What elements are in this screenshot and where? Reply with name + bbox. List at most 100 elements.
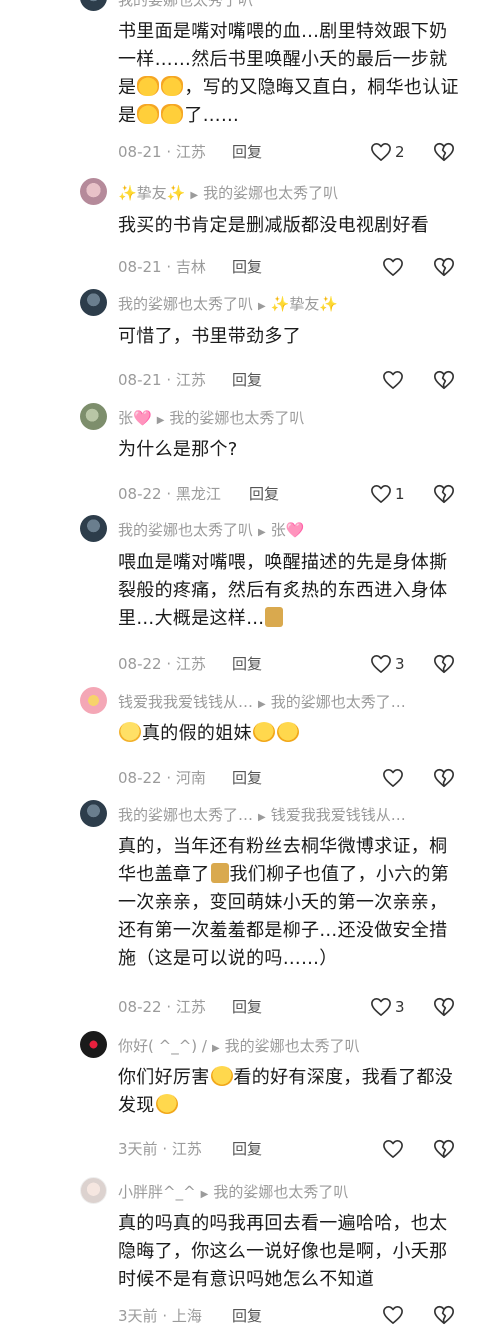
- reply-button[interactable]: 回复: [249, 484, 279, 504]
- author-name[interactable]: 我的娑娜也太秀了…: [118, 806, 253, 824]
- comment-item: 我的娑娜也太秀了叭 书里面是嘴对嘴喂的血…剧里特效跟下奶一样……然后书里唤醒小夭…: [0, 0, 480, 166]
- broken-heart-icon[interactable]: [433, 141, 455, 163]
- broken-heart-icon[interactable]: [433, 653, 455, 675]
- comment-author[interactable]: 我的娑娜也太秀了叭 ▶ ✨挚友✨: [118, 294, 338, 317]
- broken-heart-icon[interactable]: [433, 256, 455, 278]
- comment-author[interactable]: ✨挚友✨ ▶ 我的娑娜也太秀了叭: [118, 183, 338, 206]
- comment-item: 张🩷 ▶ 我的娑娜也太秀了叭 为什么是那个? 08-22 · 黑龙江 回复 1: [0, 393, 480, 505]
- reply-button[interactable]: 回复: [232, 654, 262, 674]
- comment-meta: 08-22 · 江苏: [118, 655, 206, 673]
- comment-meta: 08-22 · 江苏: [118, 998, 206, 1016]
- reply-to-name[interactable]: 我的娑娜也太秀了…: [271, 693, 406, 711]
- like-button[interactable]: 3: [370, 653, 405, 675]
- reply-to-name[interactable]: 我的娑娜也太秀了叭: [213, 1183, 348, 1201]
- author-name[interactable]: 小胖胖^_^: [118, 1183, 196, 1201]
- like-button[interactable]: 1: [370, 483, 405, 505]
- author-name[interactable]: 张🩷: [118, 409, 152, 427]
- triangle-right-icon: ▶: [258, 301, 266, 312]
- comment-author[interactable]: 张🩷 ▶ 我的娑娜也太秀了叭: [118, 408, 304, 431]
- heart-outline-icon: [383, 258, 403, 276]
- broken-heart-icon[interactable]: [433, 1138, 455, 1160]
- author-name[interactable]: 我的娑娜也太秀了叭: [118, 0, 253, 9]
- like-button[interactable]: [382, 767, 404, 789]
- like-button[interactable]: 3: [370, 996, 405, 1018]
- reply-button[interactable]: 回复: [232, 1139, 262, 1159]
- triangle-right-icon: ▶: [258, 812, 266, 823]
- comment-author[interactable]: 我的娑娜也太秀了叭 ▶ 张🩷: [118, 520, 304, 543]
- comment-author[interactable]: 我的娑娜也太秀了… ▶ 钱爱我我爱钱钱从…: [118, 805, 406, 828]
- reply-to-name[interactable]: 我的娑娜也太秀了叭: [225, 1037, 360, 1055]
- broken-heart-icon[interactable]: [433, 483, 455, 505]
- reply-to-name[interactable]: ✨挚友✨: [271, 295, 338, 313]
- comment-meta: 08-21 · 吉林: [118, 258, 206, 276]
- avatar[interactable]: [80, 1031, 107, 1058]
- broken-heart-icon[interactable]: [433, 1304, 455, 1326]
- like-button[interactable]: [382, 369, 404, 391]
- broken-heart-icon[interactable]: [433, 767, 455, 789]
- comment-author[interactable]: 我的娑娜也太秀了叭: [118, 0, 253, 10]
- comment-author[interactable]: 你好( ^_^) / ▶ 我的娑娜也太秀了叭: [118, 1036, 360, 1059]
- reply-button[interactable]: 回复: [232, 257, 262, 277]
- comment-location: 黑龙江: [175, 485, 221, 503]
- laugh-cry-emoji-icon: [276, 722, 299, 742]
- reply-to-name[interactable]: 张🩷: [271, 521, 305, 539]
- reply-to-name[interactable]: 我的娑娜也太秀了叭: [169, 409, 304, 427]
- comment-text: 喂血是嘴对嘴喂，唤醒描述的先是身体撕裂般的疼痛，然后有炙热的东西进入身体里…大概…: [118, 549, 463, 633]
- comment-date: 08-21: [118, 143, 162, 161]
- comment-location: 江苏: [175, 143, 206, 161]
- comment-author[interactable]: 钱爱我我爱钱钱从… ▶ 我的娑娜也太秀了…: [118, 692, 406, 715]
- like-count: 1: [395, 485, 405, 503]
- triangle-right-icon: ▶: [156, 415, 165, 426]
- like-count: 3: [395, 655, 405, 673]
- author-name[interactable]: ✨挚友✨: [118, 184, 185, 202]
- avatar[interactable]: [80, 515, 107, 542]
- comment-author[interactable]: 小胖胖^_^ ▶ 我的娑娜也太秀了叭: [118, 1182, 348, 1205]
- comment-location: 江苏: [175, 371, 206, 389]
- heart-outline-icon: [383, 1306, 403, 1324]
- author-name[interactable]: 我的娑娜也太秀了叭: [118, 521, 253, 539]
- reply-button[interactable]: 回复: [232, 997, 262, 1017]
- comment-meta: 08-22 · 黑龙江: [118, 485, 221, 503]
- avatar[interactable]: [80, 289, 107, 316]
- like-button[interactable]: 2: [370, 141, 405, 163]
- heart-outline-icon: [371, 485, 391, 503]
- avatar[interactable]: [80, 0, 107, 11]
- reply-button[interactable]: 回复: [232, 370, 262, 390]
- comment-date: 08-22: [118, 769, 162, 787]
- avatar[interactable]: [80, 178, 107, 205]
- laugh-cry-emoji-icon: [155, 1094, 178, 1114]
- comment-location: 江苏: [175, 998, 206, 1016]
- reply-button[interactable]: 回复: [232, 768, 262, 788]
- avatar[interactable]: [80, 800, 107, 827]
- author-name[interactable]: 钱爱我我爱钱钱从…: [118, 693, 253, 711]
- comment-text: 我买的书肯定是删减版都没电视剧好看: [118, 215, 430, 236]
- comment-text: 真的假的姐妹: [118, 720, 463, 748]
- avatar[interactable]: [80, 1177, 107, 1204]
- like-button[interactable]: [382, 1304, 404, 1326]
- reply-button[interactable]: 回复: [232, 1306, 262, 1326]
- comment-date: 08-22: [118, 998, 162, 1016]
- triangle-right-icon: ▶: [258, 699, 266, 710]
- reply-to-name[interactable]: 钱爱我我爱钱钱从…: [271, 806, 406, 824]
- author-name[interactable]: 我的娑娜也太秀了叭: [118, 295, 253, 313]
- broken-heart-icon[interactable]: [433, 996, 455, 1018]
- avatar[interactable]: [80, 403, 107, 430]
- avatar[interactable]: [80, 687, 107, 714]
- clap-emoji-icon: [137, 76, 160, 96]
- clap-emoji-icon: [161, 104, 184, 124]
- comment-item: 你好( ^_^) / ▶ 我的娑娜也太秀了叭 你们好厉害 看的好有深度，我看了都没发现…: [0, 1021, 480, 1167]
- broken-heart-icon[interactable]: [433, 369, 455, 391]
- clap-emoji-icon: [161, 76, 184, 96]
- reply-button[interactable]: 回复: [232, 142, 262, 162]
- comment-item: 小胖胖^_^ ▶ 我的娑娜也太秀了叭 真的吗真的吗我再回去看一遍哈哈，也太隐晦了，你…: [0, 1167, 480, 1327]
- like-button[interactable]: [382, 1138, 404, 1160]
- comment-location: 吉林: [175, 258, 206, 276]
- like-button[interactable]: [382, 256, 404, 278]
- comment-location: 上海: [171, 1307, 202, 1325]
- comment-location: 江苏: [171, 1140, 202, 1158]
- heart-outline-icon: [371, 998, 391, 1016]
- reply-to-name[interactable]: 我的娑娜也太秀了叭: [203, 184, 338, 202]
- comment-location: 江苏: [175, 655, 206, 673]
- triangle-right-icon: ▶: [200, 1189, 209, 1200]
- author-name[interactable]: 你好( ^_^) /: [118, 1037, 207, 1055]
